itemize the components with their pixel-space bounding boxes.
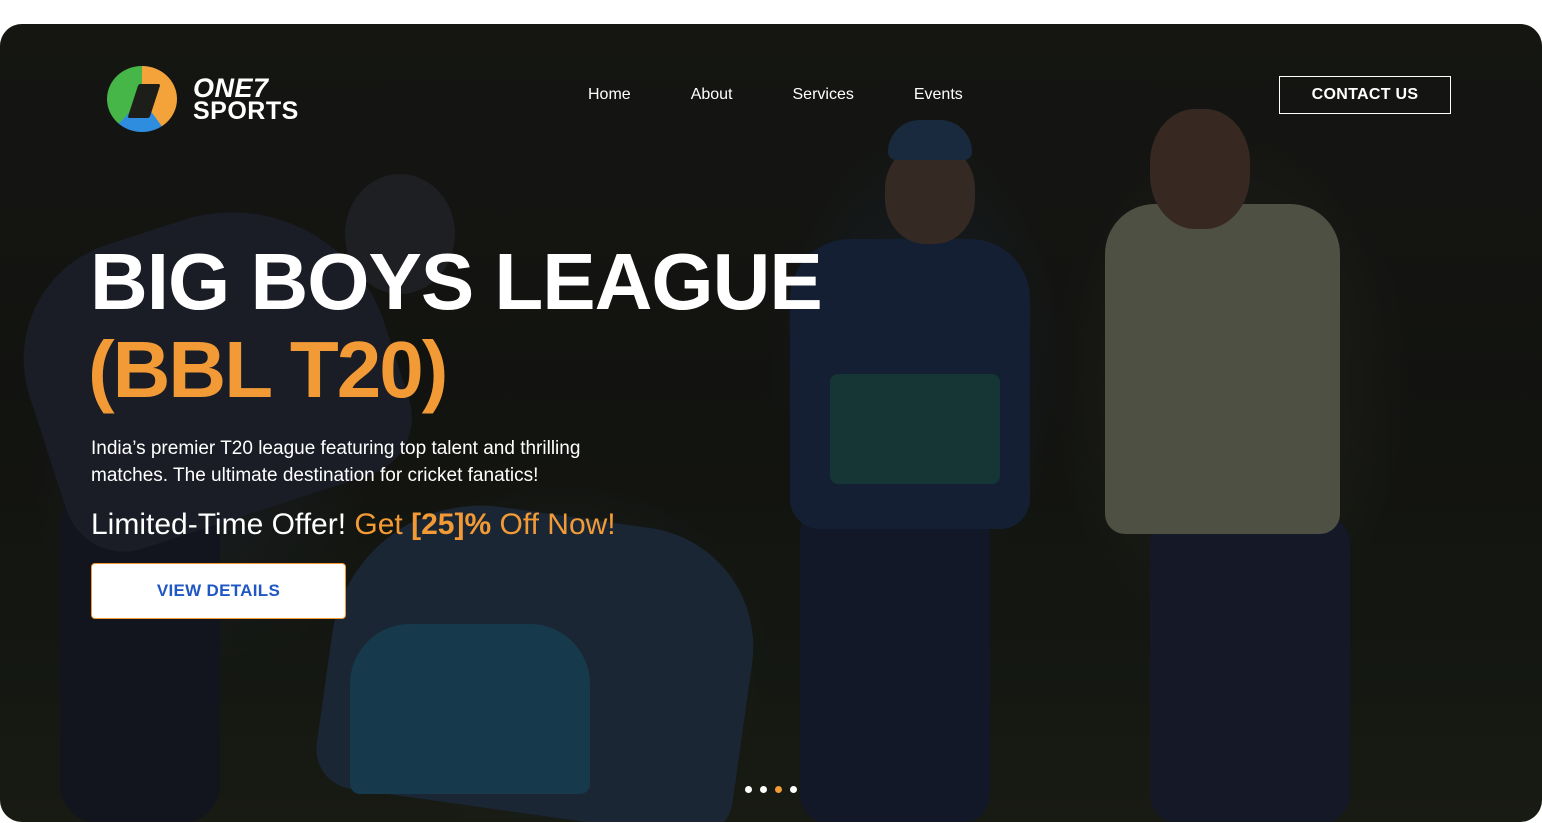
carousel-dot-1[interactable] bbox=[745, 786, 752, 793]
nav-home[interactable]: Home bbox=[588, 86, 631, 104]
hero-banner: ONE7 SPORTS Home About Services Events C… bbox=[0, 24, 1542, 822]
hero-title: BIG BOYS LEAGUE bbox=[90, 237, 823, 326]
dark-overlay bbox=[0, 24, 1542, 822]
carousel-dots bbox=[745, 786, 797, 793]
brand-line2: SPORTS bbox=[193, 96, 299, 125]
nav-about[interactable]: About bbox=[691, 86, 733, 104]
hero-subtitle: (BBL T20) bbox=[88, 325, 448, 414]
main-nav: Home About Services Events bbox=[588, 86, 963, 104]
offer-amount: [25]% bbox=[411, 508, 492, 541]
offer-tail: Off Now! bbox=[499, 508, 616, 541]
contact-us-button[interactable]: CONTACT US bbox=[1279, 76, 1451, 114]
logo-mark-icon bbox=[107, 66, 177, 132]
carousel-dot-3[interactable] bbox=[775, 786, 782, 793]
hero-description: India’s premier T20 league featuring top… bbox=[91, 438, 581, 486]
offer-get: Get bbox=[354, 508, 403, 541]
carousel-dot-4[interactable] bbox=[790, 786, 797, 793]
nav-events[interactable]: Events bbox=[914, 86, 963, 104]
view-details-button[interactable]: VIEW DETAILS bbox=[91, 563, 346, 619]
offer-lead: Limited-Time Offer! bbox=[91, 508, 347, 541]
offer-line: Limited-Time Offer! Get [25]% Off Now! bbox=[91, 508, 616, 542]
nav-services[interactable]: Services bbox=[793, 86, 854, 104]
brand-wordmark: ONE7 SPORTS bbox=[193, 74, 299, 125]
carousel-dot-2[interactable] bbox=[760, 786, 767, 793]
brand-logo[interactable]: ONE7 SPORTS bbox=[107, 66, 299, 132]
